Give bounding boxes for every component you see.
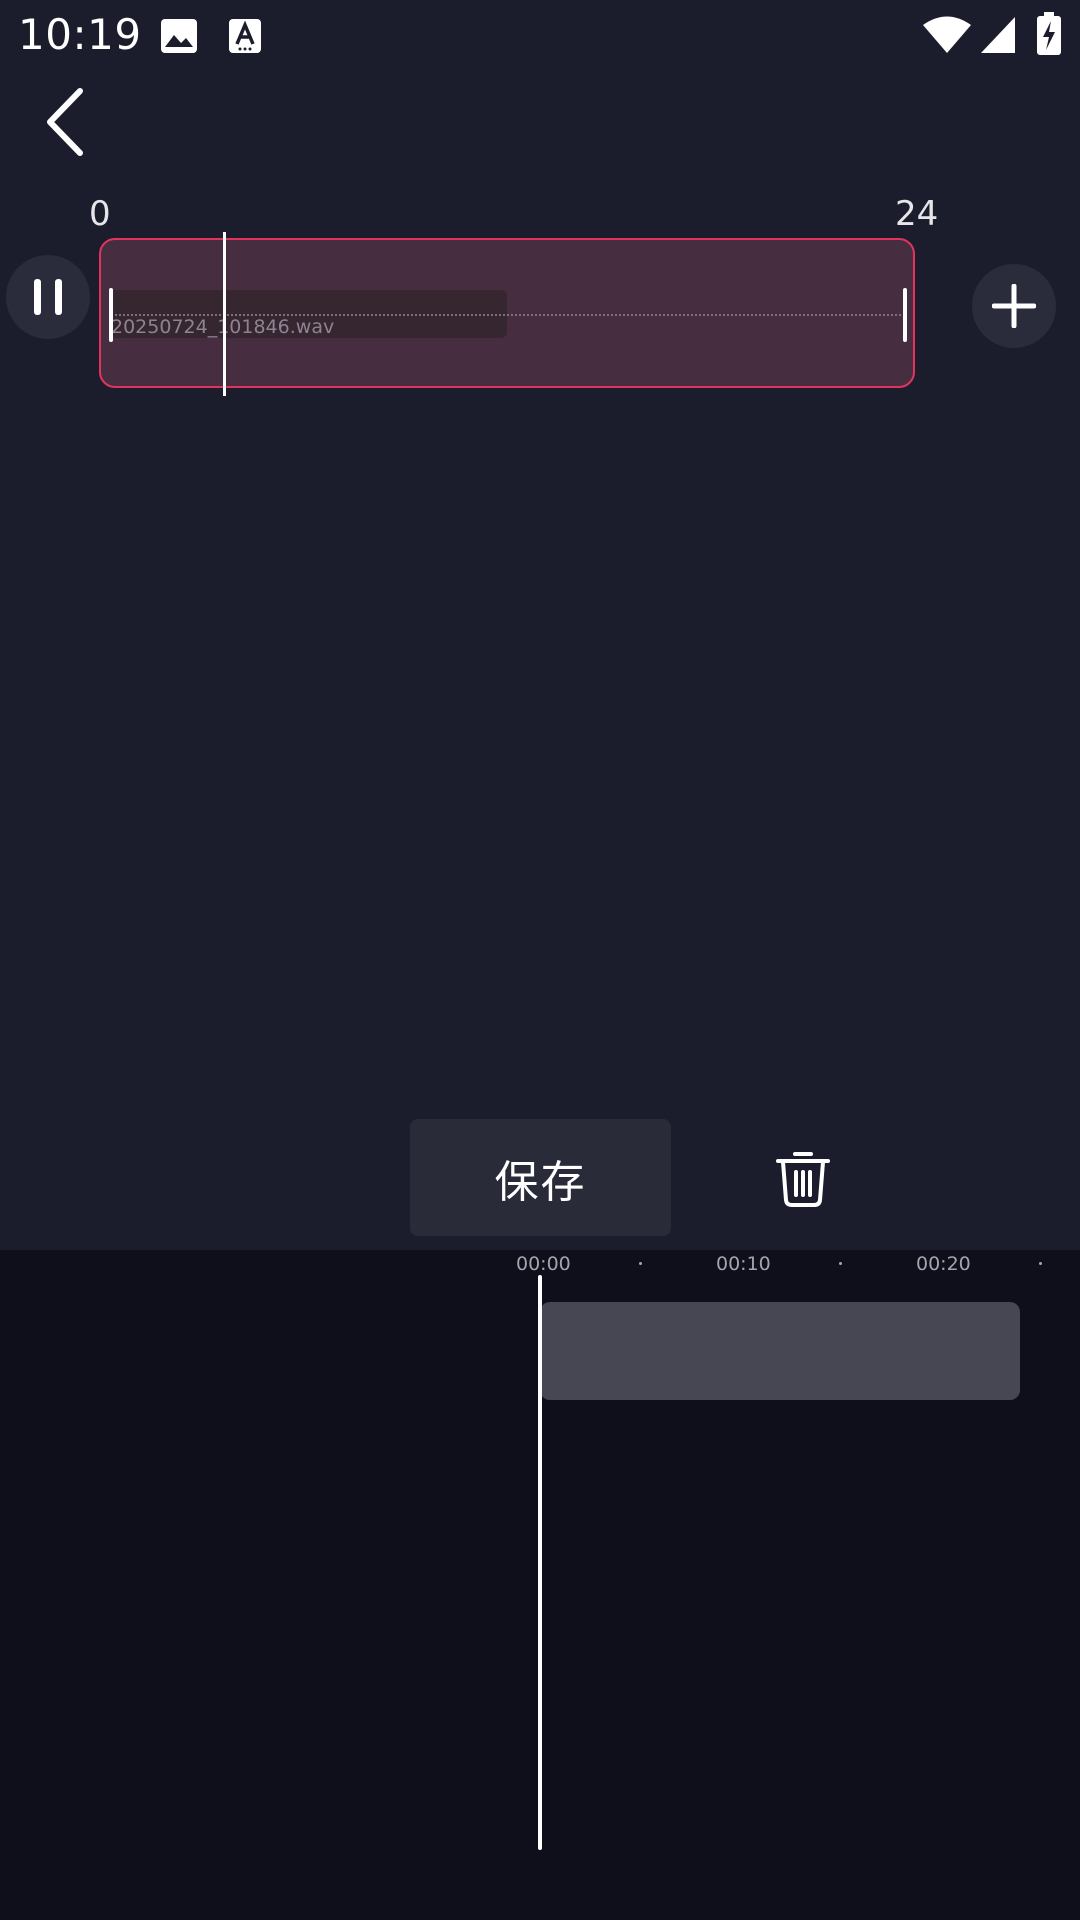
ruler-start-label: 0 — [89, 194, 111, 234]
wifi-icon — [923, 16, 971, 53]
text-a-icon — [229, 19, 261, 53]
trim-handle-start[interactable] — [109, 288, 113, 342]
timeline-audio-clip[interactable] — [540, 1302, 1020, 1400]
chevron-left-icon — [47, 88, 83, 156]
battery-charging-icon — [1037, 12, 1061, 55]
timeline-tick-label: 00:00 — [516, 1253, 571, 1275]
back-button[interactable] — [30, 80, 102, 164]
status-bar: 10:19 — [0, 0, 1080, 72]
pause-button[interactable] — [6, 255, 90, 339]
trim-handle-end[interactable] — [903, 288, 907, 342]
ruler-end-label: 24 — [895, 194, 939, 234]
delete-button[interactable] — [768, 1140, 838, 1216]
plus-icon — [992, 284, 1036, 328]
audio-clip-selection[interactable]: 20250724_101846.wav — [99, 238, 915, 388]
timeline-playhead[interactable] — [538, 1275, 542, 1850]
trash-icon — [776, 1152, 830, 1207]
save-button[interactable]: 保存 — [410, 1119, 671, 1236]
status-time: 10:19 — [18, 10, 142, 59]
timeline-tick-label: 00:10 — [716, 1253, 771, 1275]
timeline-tick-dot — [839, 1262, 842, 1265]
cellular-icon — [981, 17, 1015, 53]
audio-editor-screen: 10:19 0 24 保存 00:00 00:10 00:20 — [0, 0, 1080, 1920]
timeline-tick-label: 00:20 — [916, 1253, 971, 1275]
clip-playhead[interactable] — [223, 232, 226, 396]
pause-icon — [27, 279, 69, 315]
timeline-tick-dot — [1039, 1262, 1042, 1265]
timeline-tick-dot — [639, 1262, 642, 1265]
add-audio-button[interactable] — [972, 264, 1056, 348]
image-icon — [161, 19, 197, 53]
